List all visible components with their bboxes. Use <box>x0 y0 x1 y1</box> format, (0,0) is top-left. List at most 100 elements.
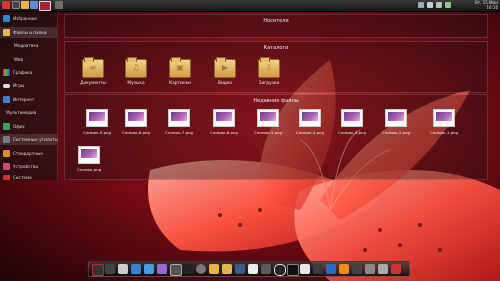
clock[interactable]: Вт, 15 Июн 16:16 <box>475 0 498 10</box>
recent-file[interactable]: Снимок-5.png <box>249 109 287 135</box>
music-player-icon[interactable] <box>105 264 115 274</box>
gamepad-icon <box>3 84 10 88</box>
network-icon[interactable] <box>418 2 424 8</box>
recent-file[interactable]: Снимок-9.png <box>78 109 116 135</box>
image-file-icon <box>257 109 279 127</box>
recent-file[interactable]: Снимок-1.png <box>425 109 463 135</box>
window-preview-icon[interactable] <box>39 1 51 11</box>
terminal-icon[interactable] <box>287 264 299 276</box>
recent-file[interactable]: Снимок-2.png <box>377 109 415 135</box>
clock-time: 16:16 <box>486 5 498 10</box>
globe-icon <box>3 96 10 103</box>
folder-pictures[interactable]: ▣ Картинки <box>160 57 200 86</box>
folder-label: Документы <box>80 81 106 86</box>
recent-file[interactable]: Снимок-6.png <box>205 109 243 135</box>
media-panel: Носители <box>64 14 488 38</box>
sidebar-item-label: Системные утилиты <box>13 137 58 142</box>
recent-file-label: Снимок-6.png <box>210 130 238 135</box>
image-file-icon <box>86 109 108 127</box>
sidebar-item-accessories[interactable]: Стандартные <box>0 148 57 159</box>
network-icon[interactable] <box>378 264 388 274</box>
recent-file-label: Снимок-2.png <box>382 130 410 135</box>
sidebar-item-label: Офис <box>13 124 25 129</box>
sidebar-item-games[interactable]: Игры <box>0 80 57 91</box>
app-menu-icon[interactable] <box>92 264 104 276</box>
recent-file[interactable]: Снимок-7.png <box>160 109 198 135</box>
folder-downloads[interactable]: ⇩ Загрузки <box>249 57 289 86</box>
calculator-icon[interactable] <box>118 264 128 274</box>
folder-icon[interactable] <box>209 264 219 274</box>
workspace-switcher-icon[interactable] <box>55 1 63 9</box>
sidebar-item-office[interactable]: Офис <box>0 121 57 132</box>
image-file-icon <box>385 109 407 127</box>
sidebar-item-multimedia[interactable]: Мультимедиа <box>0 107 57 118</box>
catalogs-panel-title: Каталоги <box>263 45 289 51</box>
archive-icon[interactable] <box>261 264 271 274</box>
chat-icon[interactable] <box>326 264 336 274</box>
recent-file[interactable]: Снимок-4.png <box>291 109 329 135</box>
system-monitor-icon[interactable] <box>313 264 323 274</box>
folder-icon[interactable] <box>222 264 232 274</box>
recent-file[interactable]: Снимок-8.png <box>117 109 155 135</box>
menu-sidebar: Избранное Файлы и папки Медиатека Web Гр… <box>0 12 58 180</box>
sidebar-item-label: Устройства <box>13 164 39 169</box>
folder-music[interactable]: ♫ Музыка <box>116 57 156 86</box>
accessories-icon <box>3 150 10 157</box>
recent-file-label: Снимок-8.png <box>122 130 150 135</box>
sidebar-item-internet[interactable]: Интернет <box>0 94 57 105</box>
dock <box>88 261 410 277</box>
sidebar-item-label: Стандартные <box>13 151 43 156</box>
folder-icon <box>3 29 10 36</box>
sidebar-item-label: Игры <box>13 83 25 88</box>
devices-icon <box>3 163 10 170</box>
keyboard-layout-icon[interactable] <box>427 2 433 8</box>
files-launcher-icon[interactable] <box>21 1 29 9</box>
recent-file-label: Снимок.png <box>76 167 102 172</box>
image-file-icon <box>168 109 190 127</box>
weather-icon[interactable] <box>391 264 401 274</box>
recent-file-label: Снимок-1.png <box>430 130 458 135</box>
desktop-icon[interactable] <box>235 264 245 274</box>
battery-icon[interactable] <box>445 2 451 8</box>
camera-icon[interactable] <box>183 264 193 274</box>
folder-icon: ♫ <box>125 57 147 78</box>
recent-file[interactable]: Снимок.png <box>70 146 108 172</box>
screen-icon[interactable] <box>170 264 182 276</box>
recent-file-label: Снимок-5.png <box>254 130 282 135</box>
sidebar-item-favorites[interactable]: Избранное <box>0 13 57 24</box>
sidebar-item-devices[interactable]: Устройства <box>0 161 57 172</box>
photo-viewer-icon[interactable] <box>157 264 167 274</box>
sidebar-item-web[interactable]: Web <box>0 54 57 65</box>
media-icon[interactable] <box>352 264 362 274</box>
image-file-icon <box>341 109 363 127</box>
power-icon[interactable] <box>274 264 286 276</box>
folder-label: Загрузки <box>258 81 280 86</box>
sidebar-item-media-library[interactable]: Медиатека <box>0 40 57 51</box>
messenger-icon[interactable] <box>144 264 154 274</box>
mail-icon[interactable] <box>248 264 258 274</box>
sidebar-item-system[interactable]: Система <box>0 175 57 180</box>
recent-files-panel-title: Недавние файлы <box>253 98 299 104</box>
folder-icon: ▣ <box>169 57 191 78</box>
browser-launcher-icon[interactable] <box>30 1 38 9</box>
app-menu-icon[interactable] <box>2 1 10 9</box>
trash-icon[interactable] <box>365 264 375 274</box>
text-editor-icon[interactable] <box>300 264 310 274</box>
terminal-launcher-icon[interactable] <box>12 1 20 9</box>
vlc-icon[interactable] <box>339 264 349 274</box>
image-file-icon <box>213 109 235 127</box>
web-browser-icon[interactable] <box>131 264 141 274</box>
recent-file-label: Снимок-9.png <box>83 130 111 135</box>
sidebar-item-label: Web <box>14 57 24 62</box>
sidebar-item-files-and-folders[interactable]: Файлы и папки <box>0 27 57 38</box>
volume-icon[interactable] <box>436 2 442 8</box>
folder-video[interactable]: ▶ Видео <box>205 57 245 86</box>
sidebar-item-graphics[interactable]: Графика <box>0 67 57 78</box>
folder-icon: ≡ <box>82 57 104 78</box>
sidebar-item-label: Графика <box>13 70 33 75</box>
recent-file-label: Снимок-4.png <box>296 130 324 135</box>
settings-icon[interactable] <box>196 264 206 274</box>
recent-file[interactable]: Снимок-3.png <box>333 109 371 135</box>
sidebar-item-system-utilities[interactable]: Системные утилиты <box>0 134 58 145</box>
folder-documents[interactable]: ≡ Документы <box>73 57 113 86</box>
